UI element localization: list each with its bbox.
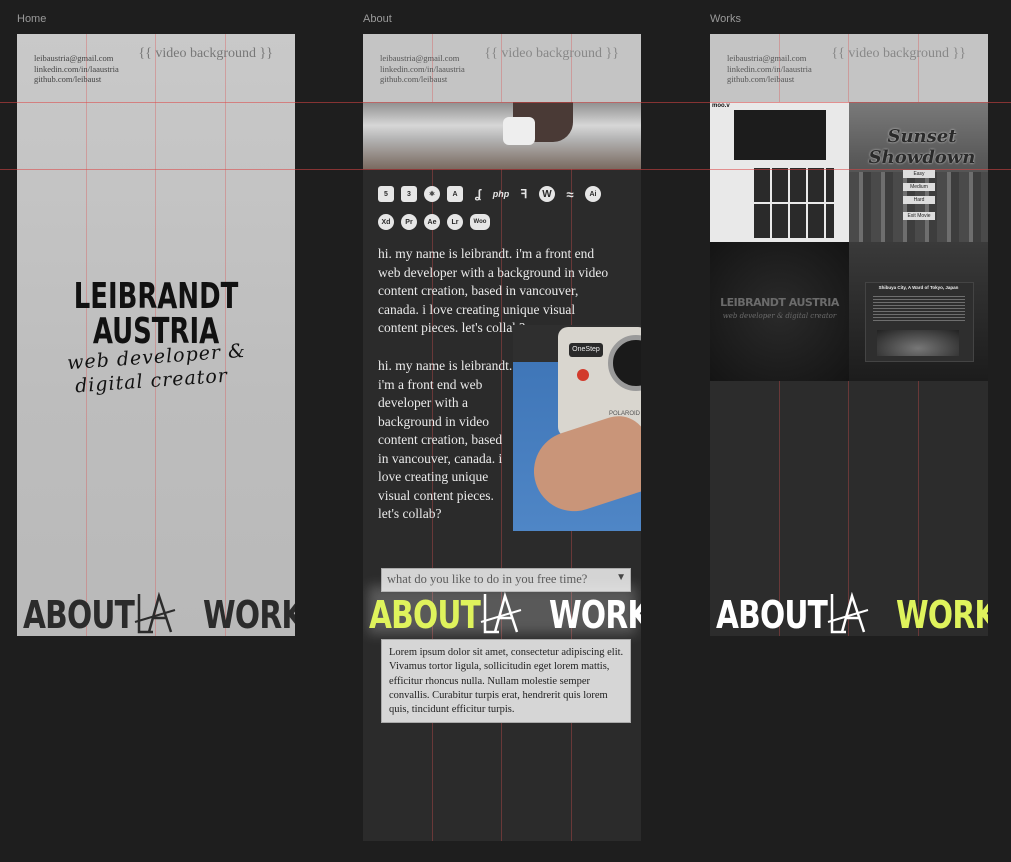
- hard-button[interactable]: Hard: [903, 196, 935, 204]
- xd-icon: Xd: [378, 214, 394, 230]
- horizontal-guide: [0, 169, 1011, 170]
- portfolio-title: LEIBRANDT AUSTRIA: [720, 296, 839, 309]
- shibuya-title: Shibuya City, A Ward of Tokyo, Japan: [878, 285, 959, 290]
- video-background-placeholder: {{ video background }}: [138, 46, 273, 61]
- la-logo-icon[interactable]: [479, 592, 523, 636]
- wordpress-icon: W: [539, 186, 555, 202]
- bio-text: hi. my name is leibrandt. i'm a front en…: [378, 246, 609, 335]
- horizontal-guide: [0, 102, 1011, 103]
- angular-icon: A: [447, 186, 463, 202]
- faq-answer-panel: Lorem ipsum dolor sit amet, consectetur …: [381, 639, 631, 723]
- works-frame: leibaustria@gmail.com linkedin.com/in/la…: [710, 34, 988, 636]
- email-link[interactable]: leibaustria@gmail.com: [380, 53, 465, 64]
- nav-about-link[interactable]: ABOUT: [23, 596, 135, 634]
- bio-text-narrow: hi. my name is leibrandt. i'm a front en…: [378, 358, 513, 521]
- react-icon: ⚛: [424, 186, 440, 202]
- project-thumb-moov[interactable]: moo.v: [710, 102, 849, 242]
- la-logo-icon[interactable]: [826, 592, 870, 636]
- github-link[interactable]: github.com/leibaust: [727, 74, 812, 85]
- easy-button[interactable]: Easy: [903, 170, 935, 178]
- php-icon: php: [492, 189, 510, 199]
- contact-info: leibaustria@gmail.com linkedin.com/in/la…: [34, 53, 119, 85]
- tech-icons-row-2: Xd Pr Ae Lr Woo: [378, 214, 490, 230]
- nav-work-link[interactable]: WORK: [549, 596, 641, 634]
- polaroid-camera-photo: OneStep POLAROID: [513, 325, 641, 531]
- project-thumb-portfolio[interactable]: LEIBRANDT AUSTRIA web developer & digita…: [710, 242, 849, 381]
- illustrator-icon: Ai: [585, 186, 601, 202]
- linkedin-link[interactable]: linkedin.com/in/laaustria: [727, 64, 812, 75]
- css3-icon: 3: [401, 186, 417, 202]
- after-effects-icon: Ae: [424, 214, 440, 230]
- sunset-showdown-title: Sunset Showdown: [868, 126, 976, 168]
- frame-label-works: Works: [710, 13, 741, 25]
- faq-question-text: what do you like to do in you free time?: [387, 572, 588, 586]
- linkedin-link[interactable]: linkedin.com/in/laaustria: [380, 64, 465, 75]
- email-link[interactable]: leibaustria@gmail.com: [34, 53, 119, 64]
- tailwind-icon: ≈: [566, 186, 574, 202]
- frame-label-home: Home: [17, 13, 47, 25]
- project-thumb-sunset-showdown[interactable]: Sunset Showdown Easy Medium Hard Exit Mo…: [849, 102, 988, 242]
- la-logo-icon[interactable]: [133, 592, 177, 636]
- github-link[interactable]: github.com/leibaust: [34, 74, 119, 85]
- github-link[interactable]: github.com/leibaust: [380, 74, 465, 85]
- figma-icon: ꟻ: [520, 187, 528, 201]
- lightroom-icon: Lr: [447, 214, 463, 230]
- linkedin-link[interactable]: linkedin.com/in/laaustria: [34, 64, 119, 75]
- tech-icons-row-1: 5 3 ⚛ A ʆ php ꟻ W ≈ Ai: [378, 186, 601, 202]
- exit-movie-button[interactable]: Exit Movie: [903, 212, 935, 220]
- nav-about-link[interactable]: ABOUT: [369, 596, 481, 634]
- hero-name-first: LEIBRANDT: [73, 276, 239, 317]
- moov-brand: moo.v: [712, 103, 730, 109]
- contact-info: leibaustria@gmail.com linkedin.com/in/la…: [727, 53, 812, 85]
- beach-photo: [363, 102, 641, 169]
- camera-model-label: OneStep: [569, 343, 603, 357]
- contact-info: leibaustria@gmail.com linkedin.com/in/la…: [380, 53, 465, 85]
- portfolio-tagline: web developer & digital creator: [722, 312, 837, 320]
- video-background-placeholder: {{ video background }}: [831, 46, 966, 61]
- chevron-down-icon: ▼: [616, 572, 626, 583]
- nav-work-link[interactable]: WORK: [896, 596, 988, 634]
- laravel-icon: ʆ: [474, 187, 482, 201]
- video-background-placeholder: {{ video background }}: [484, 46, 619, 61]
- about-frame: leibaustria@gmail.com linkedin.com/in/la…: [363, 34, 641, 841]
- nav-work-link[interactable]: WORK: [203, 596, 295, 634]
- email-link[interactable]: leibaustria@gmail.com: [727, 53, 812, 64]
- nav-about-link[interactable]: ABOUT: [716, 596, 828, 634]
- woocommerce-icon: Woo: [470, 214, 490, 230]
- html5-icon: 5: [378, 186, 394, 202]
- frame-label-about: About: [363, 13, 392, 25]
- premiere-icon: Pr: [401, 214, 417, 230]
- project-thumb-shibuya[interactable]: Shibuya City, A Ward of Tokyo, Japan: [849, 242, 988, 381]
- home-frame: leibaustria@gmail.com linkedin.com/in/la…: [17, 34, 295, 636]
- medium-button[interactable]: Medium: [903, 183, 935, 191]
- faq-answer-text: Lorem ipsum dolor sit amet, consectetur …: [389, 647, 624, 716]
